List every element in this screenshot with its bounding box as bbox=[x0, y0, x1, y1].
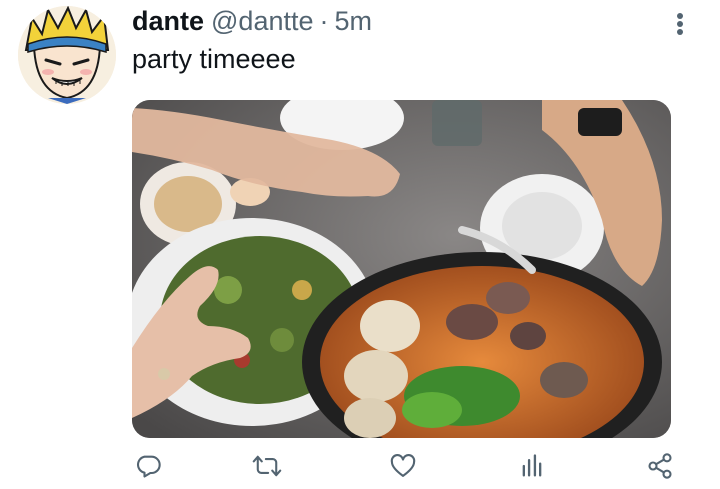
views-button[interactable] bbox=[512, 446, 552, 486]
user-handle[interactable]: @dantte bbox=[211, 6, 313, 37]
food-photo bbox=[132, 100, 671, 438]
tweet-text: party timeeee bbox=[132, 44, 296, 74]
display-name[interactable]: dante bbox=[132, 6, 204, 37]
heart-icon bbox=[390, 454, 416, 477]
tweet-actions bbox=[0, 446, 720, 486]
vertical-ellipsis-icon bbox=[677, 13, 683, 35]
bar-chart-icon bbox=[522, 454, 542, 477]
share-icon bbox=[648, 453, 672, 479]
like-button[interactable] bbox=[383, 446, 423, 486]
reply-icon bbox=[136, 455, 161, 478]
timestamp[interactable]: 5m bbox=[335, 6, 373, 37]
retweet-button[interactable] bbox=[247, 446, 287, 486]
avatar-illustration bbox=[18, 6, 116, 104]
reply-button[interactable] bbox=[128, 446, 168, 486]
avatar[interactable] bbox=[18, 6, 116, 104]
more-options-button[interactable] bbox=[668, 10, 692, 38]
tweet-photo[interactable] bbox=[132, 100, 671, 438]
retweet-icon bbox=[252, 455, 282, 477]
tweet-header: dante @dantte · 5m bbox=[132, 6, 660, 42]
separator-dot: · bbox=[319, 6, 329, 36]
share-button[interactable] bbox=[640, 446, 680, 486]
